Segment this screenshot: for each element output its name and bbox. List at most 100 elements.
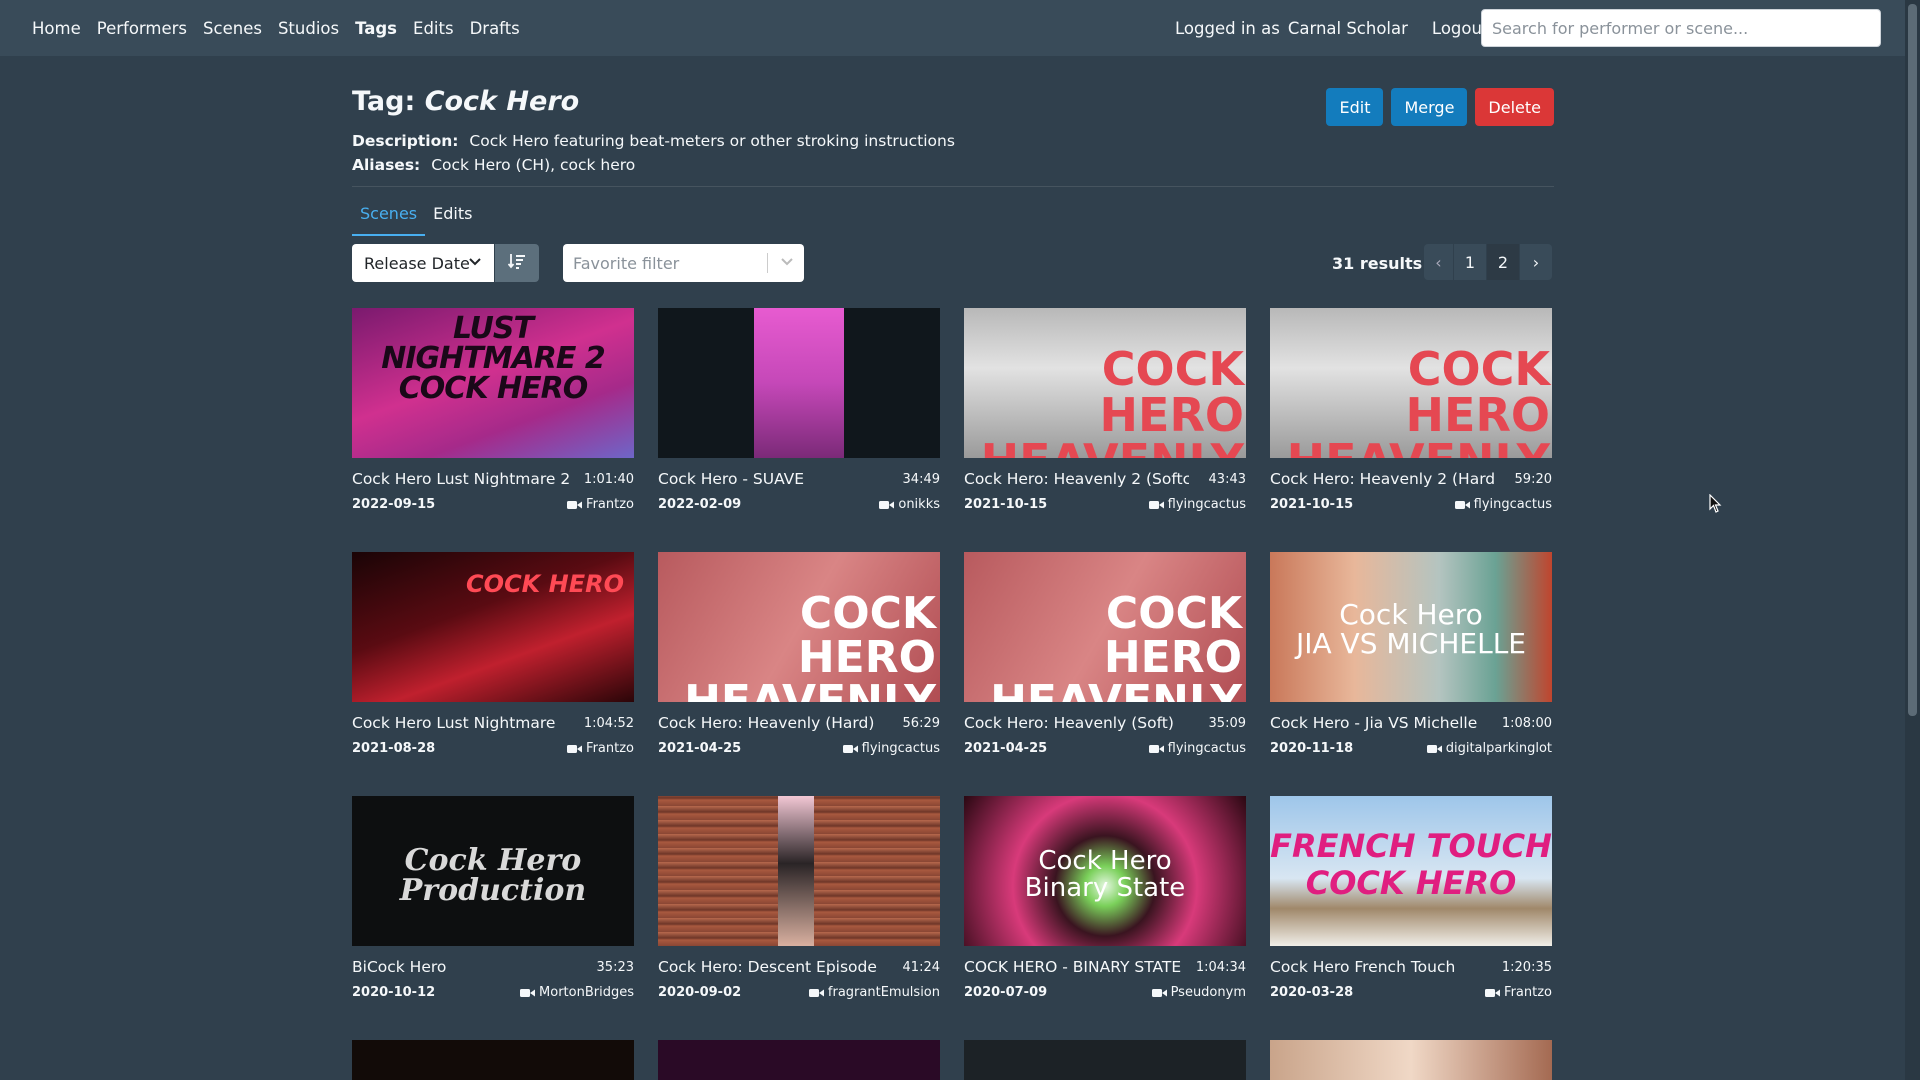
scene-card: FRENCH TOUCH COCK HERO Cock Hero French … <box>1270 796 1552 1000</box>
video-camera-icon <box>520 988 536 998</box>
nav-tags[interactable]: Tags <box>355 19 397 38</box>
scene-card <box>658 1040 940 1080</box>
scene-thumbnail[interactable]: COCK HERO HEAVENLY 2 <box>964 308 1246 458</box>
scene-title[interactable]: Cock Hero - Jia VS Michelle <box>1270 714 1477 732</box>
scene-date: 2020-07-09 <box>964 985 1048 1000</box>
thumb-image <box>754 308 844 458</box>
scene-thumbnail[interactable]: COCK HERO HEAVENLY 2 <box>1270 308 1552 458</box>
scene-title[interactable]: Cock Hero: Heavenly 2 (Hardcore) <box>1270 470 1495 488</box>
merge-button[interactable]: Merge <box>1391 88 1468 126</box>
scene-date: 2021-10-15 <box>964 497 1048 512</box>
scene-card: Cock Hero JIA VS MICHELLE Cock Hero - Ji… <box>1270 552 1552 756</box>
scene-thumbnail[interactable]: COCK HERO HEAVENLY <box>658 552 940 702</box>
scene-duration: 1:04:52 <box>583 716 634 731</box>
video-camera-icon <box>808 988 824 998</box>
scene-thumbnail[interactable] <box>1270 1040 1552 1080</box>
favorite-filter-select[interactable]: Favorite filter <box>563 244 804 282</box>
chevron-down-icon <box>468 252 482 276</box>
scene-thumbnail[interactable]: FRENCH TOUCH COCK HERO <box>1270 796 1552 946</box>
studio-name: flyingcactus <box>1473 497 1552 512</box>
scene-title[interactable]: Cock Hero: Descent Episode 2 <box>658 958 883 976</box>
scene-thumbnail[interactable]: COCK HERO HEAVENLY <box>964 552 1246 702</box>
scene-thumbnail[interactable]: Cock Hero Production <box>352 796 634 946</box>
user-profile-link[interactable]: Carnal Scholar <box>1288 19 1408 38</box>
thumb-title-text: COCK HERO HEAVENLY <box>990 588 1242 703</box>
video-camera-icon <box>1454 500 1470 510</box>
scene-thumbnail[interactable] <box>964 1040 1246 1080</box>
scene-title[interactable]: Cock Hero - SUAVE <box>658 470 804 488</box>
scene-studio-link[interactable]: Frantzo <box>567 497 634 512</box>
scene-date: 2021-10-15 <box>1270 497 1354 512</box>
studio-name: MortonBridges <box>539 985 634 1000</box>
mouse-cursor-icon <box>1709 493 1723 518</box>
pagination: ‹ 1 2 › <box>1424 244 1552 280</box>
tag-actions: Edit Merge Delete <box>1326 88 1554 126</box>
nav-performers[interactable]: Performers <box>97 19 187 38</box>
scene-thumbnail[interactable] <box>658 308 940 458</box>
next-page-button[interactable]: › <box>1520 244 1552 280</box>
scene-studio-link[interactable]: Pseudonym <box>1151 985 1246 1000</box>
nav-drafts[interactable]: Drafts <box>470 19 520 38</box>
tab-scenes[interactable]: Scenes <box>352 194 426 236</box>
tag-name: Cock Hero <box>424 86 580 117</box>
page-1-button[interactable]: 1 <box>1454 244 1487 280</box>
scene-studio-link[interactable]: flyingcactus <box>1148 497 1246 512</box>
scene-card <box>352 1040 634 1080</box>
thumb-title-text: COCK HERO HEAVENLY <box>684 588 936 703</box>
tab-edits[interactable]: Edits <box>425 194 480 236</box>
thumb-image <box>778 796 814 946</box>
studio-name: Frantzo <box>586 497 634 512</box>
scene-studio-link[interactable]: MortonBridges <box>520 985 634 1000</box>
scene-title[interactable]: Cock Hero Lust Nightmare 2 <box>352 470 570 488</box>
studio-name: onikks <box>898 497 940 512</box>
studio-name: flyingcactus <box>1167 497 1246 512</box>
scene-thumbnail[interactable] <box>658 1040 940 1080</box>
scene-studio-link[interactable]: Frantzo <box>1485 985 1552 1000</box>
scene-title[interactable]: Cock Hero: Heavenly 2 (Softcore) <box>964 470 1189 488</box>
scene-thumbnail[interactable]: Cock Hero JIA VS MICHELLE <box>1270 552 1552 702</box>
scene-studio-link[interactable]: digitalparkinglot <box>1426 741 1552 756</box>
prev-page-button[interactable]: ‹ <box>1424 244 1454 280</box>
scene-thumbnail[interactable] <box>352 1040 634 1080</box>
nav-scenes[interactable]: Scenes <box>203 19 262 38</box>
scene-title[interactable]: COCK HERO - BINARY STATE <box>964 958 1181 976</box>
scene-title[interactable]: Cock Hero French Touch <box>1270 958 1455 976</box>
scene-studio-link[interactable]: onikks <box>879 497 940 512</box>
video-camera-icon <box>842 744 858 754</box>
scene-thumbnail[interactable]: Cock Hero Binary State <box>964 796 1246 946</box>
scene-title[interactable]: BiCock Hero <box>352 958 446 976</box>
scene-card: COCK HERO HEAVENLY Cock Hero: Heavenly (… <box>964 552 1246 756</box>
scene-studio-link[interactable]: flyingcactus <box>1148 741 1246 756</box>
scene-studio-link[interactable]: flyingcactus <box>842 741 940 756</box>
page-2-button[interactable]: 2 <box>1487 244 1520 280</box>
nav-edits[interactable]: Edits <box>413 19 454 38</box>
scene-studio-link[interactable]: Frantzo <box>567 741 634 756</box>
scene-title[interactable]: Cock Hero Lust Nightmare <box>352 714 555 732</box>
scene-card: COCK HERO HEAVENLY 2 Cock Hero: Heavenly… <box>964 308 1246 512</box>
scene-title[interactable]: Cock Hero: Heavenly (Soft) <box>964 714 1174 732</box>
video-camera-icon <box>1426 744 1442 754</box>
thumb-title-text: Cock Hero JIA VS MICHELLE <box>1295 598 1526 661</box>
nav-home[interactable]: Home <box>32 19 81 38</box>
page-scrollbar[interactable] <box>1905 0 1920 1080</box>
scene-thumbnail[interactable] <box>658 796 940 946</box>
delete-button[interactable]: Delete <box>1475 88 1554 126</box>
search-input[interactable] <box>1481 9 1881 47</box>
studio-name: Pseudonym <box>1170 985 1246 1000</box>
scene-title[interactable]: Cock Hero: Heavenly (Hard) <box>658 714 874 732</box>
logout-link[interactable]: Logout <box>1432 19 1489 38</box>
scene-studio-link[interactable]: fragrantEmulsion <box>808 985 940 1000</box>
scene-duration: 35:09 <box>1208 716 1246 731</box>
sort-direction-button[interactable] <box>495 244 539 282</box>
scene-date: 2020-09-02 <box>658 985 742 1000</box>
edit-button[interactable]: Edit <box>1326 88 1384 126</box>
description-text: Cock Hero featuring beat-meters or other… <box>469 132 955 150</box>
scene-studio-link[interactable]: flyingcactus <box>1454 497 1552 512</box>
scrollbar-thumb[interactable] <box>1908 4 1917 716</box>
sort-value: Release Date <box>364 253 470 273</box>
thumb-title-text: COCK HERO HEAVENLY 2 <box>1287 342 1550 458</box>
scene-thumbnail[interactable]: LUST NIGHTMARE 2 COCK HERO <box>352 308 634 458</box>
scene-thumbnail[interactable]: COCK HERO <box>352 552 634 702</box>
sort-select[interactable]: Release Date <box>352 244 494 282</box>
nav-studios[interactable]: Studios <box>278 19 339 38</box>
